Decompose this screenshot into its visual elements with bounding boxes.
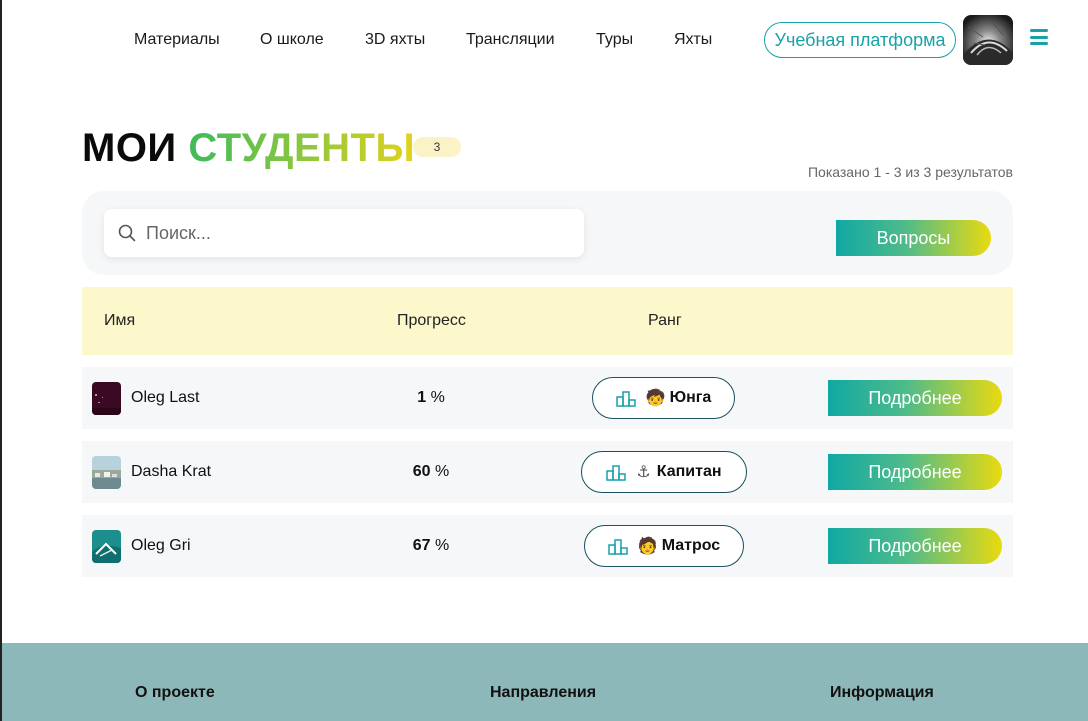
student-avatar (92, 530, 121, 563)
window-edge (0, 0, 2, 721)
rank-button[interactable]: 🧑 Матрос (584, 525, 744, 567)
student-name: Oleg Last (131, 389, 200, 406)
rank-emoji: ⚓ (636, 464, 651, 481)
footer-heading-info: Информация (830, 684, 934, 701)
nav-link-about[interactable]: О школе (260, 31, 324, 49)
nav-link-materials[interactable]: Материалы (134, 31, 220, 49)
search-box[interactable] (104, 209, 584, 257)
students-count-badge: 3 (413, 137, 461, 157)
podium-icon (606, 465, 627, 481)
page-title: МОИ СТУДЕНТЫ (82, 124, 415, 172)
page-title-part2: СТУДЕНТЫ (188, 126, 416, 170)
student-progress: 60 % (412, 463, 450, 480)
column-header-name: Имя (104, 312, 136, 329)
student-progress: 1 % (417, 389, 445, 406)
site-footer: О проекте Направления Информация (2, 643, 1088, 721)
student-avatar (92, 382, 121, 415)
learning-platform-button[interactable]: Учебная платформа (764, 22, 956, 58)
hamburger-icon[interactable] (1030, 29, 1048, 45)
details-button[interactable]: Подробнее (828, 380, 1002, 416)
column-header-rank: Ранг (648, 312, 682, 329)
rank-label: Юнга (669, 389, 712, 406)
table-row: Oleg Last 1 % 🧒 Юнга Подробнее (82, 367, 1013, 429)
podium-icon (608, 539, 628, 555)
rank-emoji: 🧑 (637, 538, 658, 555)
rank-label: Матрос (661, 537, 721, 554)
student-name: Dasha Krat (131, 463, 212, 480)
details-button[interactable]: Подробнее (828, 528, 1002, 564)
student-avatar (92, 456, 121, 489)
results-info: Показано 1 - 3 из 3 результатов (807, 164, 1013, 180)
user-avatar[interactable] (963, 15, 1013, 65)
search-icon (118, 224, 136, 242)
table-row: Dasha Krat 60 % ⚓ Капитан Подробнее (82, 441, 1013, 503)
questions-button[interactable]: Вопросы (836, 220, 991, 256)
nav-link-3d-yachts[interactable]: 3D яхты (365, 31, 425, 49)
nav-link-tours[interactable]: Туры (596, 31, 633, 49)
site-header: Материалы О школе 3D яхты Трансляции Тур… (0, 0, 1088, 80)
rank-button[interactable]: 🧒 Юнга (592, 377, 735, 419)
column-header-progress: Прогресс (397, 312, 466, 329)
details-button[interactable]: Подробнее (828, 454, 1002, 490)
rank-button[interactable]: ⚓ Капитан (581, 451, 747, 493)
footer-heading-directions: Направления (490, 684, 597, 701)
page-title-part1: МОИ (82, 126, 177, 170)
search-panel: Вопросы (82, 191, 1013, 275)
footer-heading-about: О проекте (135, 684, 215, 701)
rank-emoji: 🧒 (645, 390, 666, 407)
table-header: Имя Прогресс Ранг (82, 287, 1013, 355)
table-row: Oleg Gri 67 % 🧑 Матрос Подробнее (82, 515, 1013, 577)
nav-link-yachts[interactable]: Яхты (674, 31, 712, 49)
student-name: Oleg Gri (131, 537, 191, 554)
podium-icon (615, 391, 636, 407)
search-input[interactable] (146, 222, 546, 244)
student-progress: 67 % (412, 537, 450, 554)
rank-label: Капитан (656, 463, 722, 480)
nav-link-broadcasts[interactable]: Трансляции (466, 31, 555, 49)
